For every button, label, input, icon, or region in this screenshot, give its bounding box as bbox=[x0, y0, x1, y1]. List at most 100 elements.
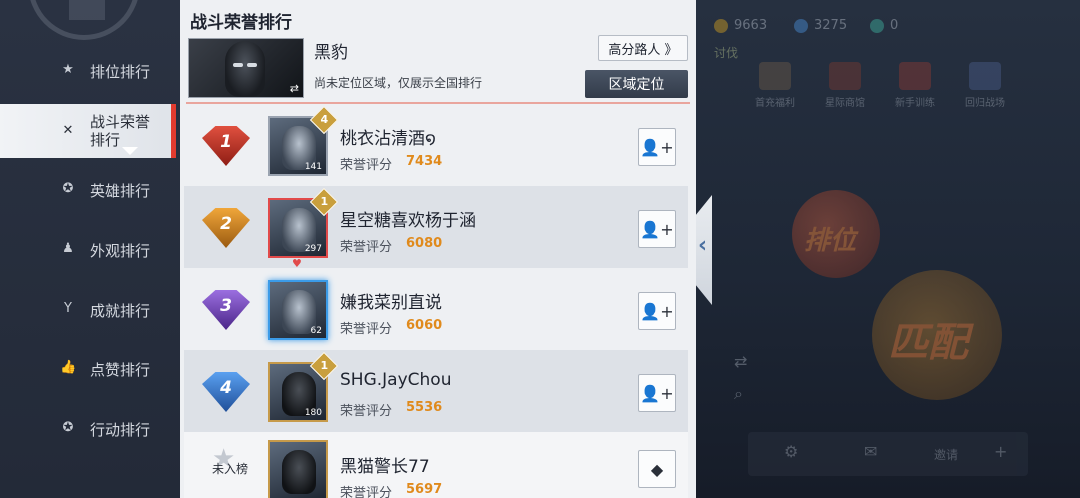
avatar[interactable] bbox=[268, 440, 328, 498]
gift-first-charge[interactable]: 首充福利 bbox=[752, 62, 798, 109]
score-label: 荣誉评分 bbox=[340, 240, 393, 255]
player-name: 星空糖喜欢杨于涵 bbox=[340, 211, 476, 231]
rank-number: 2 bbox=[220, 214, 232, 234]
bottom-toolbar: ⚙ ✉ 邀请 + bbox=[748, 432, 1028, 476]
tier-number: 1 bbox=[320, 359, 329, 373]
mail-icon[interactable]: ✉ bbox=[864, 442, 877, 461]
crossed-swords-icon: ✕ bbox=[62, 123, 74, 138]
score-label: 荣誉评分 bbox=[340, 486, 393, 498]
sidebar-item-label: 行动排行 bbox=[90, 420, 151, 439]
high-score-passerby-button[interactable]: 高分路人 》 bbox=[598, 35, 688, 61]
label-line2: 排行 bbox=[90, 131, 121, 149]
thumbs-up-icon: 👍 bbox=[60, 360, 77, 375]
add-friend-icon: 👤+ bbox=[640, 301, 674, 321]
event-label: 讨伐 bbox=[714, 46, 739, 60]
energy-icon bbox=[794, 18, 808, 33]
add-friend-icon: 👤+ bbox=[640, 137, 674, 157]
gear-icon[interactable]: ⚙ bbox=[784, 442, 798, 461]
shirt-icon: ♟ bbox=[62, 241, 74, 256]
token-amount: 0 bbox=[890, 18, 899, 33]
share-button[interactable]: ◆ bbox=[638, 450, 676, 488]
sidebar-item-label: 排位排行 bbox=[90, 62, 151, 81]
sidebar-item-label: 战斗荣誉 排行 bbox=[90, 113, 150, 149]
rank-badge: 4 bbox=[202, 372, 250, 412]
level-label: 180 bbox=[304, 408, 322, 418]
level-label: 62 bbox=[310, 326, 322, 336]
sidebar-item-appearance[interactable]: ♟ 外观排行 bbox=[0, 224, 176, 276]
hero-portrait[interactable]: ⇄ bbox=[188, 38, 304, 98]
energy-amount: 3275 bbox=[814, 18, 848, 33]
ranked-label: 排位 bbox=[804, 226, 857, 256]
sidebar-item-rank[interactable]: ★ 排位排行 bbox=[0, 45, 176, 97]
score-label: 荣誉评分 bbox=[340, 158, 393, 173]
sidebar-item-label: 英雄排行 bbox=[90, 181, 151, 200]
list-item[interactable]: 2 297 1 ♥ 星空糖喜欢杨于涵 荣誉评分 6080 👤+ bbox=[184, 186, 688, 270]
list-item[interactable]: 1 141 4 桃衣沾清酒໑ 荣誉评分 7434 👤+ bbox=[184, 104, 688, 186]
game-lobby-background: 9663 3275 0 讨伐 首充福利 星际商馆 新手训练 回归战场 排位 匹配… bbox=[712, 0, 1080, 498]
sidebar-item-label: 成就排行 bbox=[90, 301, 151, 320]
tier-number: 4 bbox=[320, 113, 329, 127]
player-name: 黑猫警长77 bbox=[340, 457, 430, 477]
add-icon[interactable]: + bbox=[994, 442, 1007, 461]
sidebar-item-label: 点赞排行 bbox=[90, 360, 151, 379]
star-icon: ★ bbox=[62, 62, 74, 77]
currency-gold: 9663 bbox=[714, 18, 767, 33]
chevron-left-icon: ‹ bbox=[698, 233, 708, 258]
rank-badge: 2 bbox=[202, 208, 250, 248]
list-item[interactable]: 4 180 1 SHG.JayChou 荣誉评分 5536 👤+ bbox=[184, 350, 688, 432]
player-name: 桃衣沾清酒໑ bbox=[340, 129, 436, 149]
add-friend-icon: 👤+ bbox=[640, 219, 674, 239]
level-label: 141 bbox=[304, 162, 322, 172]
add-friend-button[interactable]: 👤+ bbox=[638, 210, 676, 248]
unranked-label: 未入榜 bbox=[211, 462, 248, 476]
gift-label: 回归战场 bbox=[965, 98, 1005, 109]
score-label: 荣誉评分 bbox=[340, 404, 393, 419]
coin-icon bbox=[714, 18, 728, 33]
add-friend-button[interactable]: 👤+ bbox=[638, 292, 676, 330]
hero-name: 黑豹 bbox=[314, 43, 348, 63]
diamond-icon: ◆ bbox=[650, 459, 664, 479]
gift-training[interactable]: 新手训练 bbox=[892, 62, 938, 109]
sidebar-item-battle-honor[interactable]: ✕ 战斗荣誉 排行 bbox=[0, 104, 176, 158]
add-friend-icon: 👤+ bbox=[640, 383, 674, 403]
sidebar-item-action[interactable]: ✪ 行动排行 bbox=[0, 403, 176, 455]
player-name: SHG.JayChou bbox=[340, 370, 452, 390]
add-friend-button[interactable]: 👤+ bbox=[638, 374, 676, 412]
player-name: 嫌我菜别直说 bbox=[340, 293, 442, 313]
gift-return[interactable]: 回归战场 bbox=[962, 62, 1008, 109]
avatar[interactable]: 62 bbox=[268, 280, 328, 340]
currency-token: 0 bbox=[870, 18, 898, 33]
score-value: 6060 bbox=[406, 318, 443, 333]
swap-icon[interactable]: ⇄ bbox=[734, 352, 747, 371]
list-item[interactable]: 3 62 嫌我菜别直说 荣誉评分 6060 👤+ bbox=[184, 268, 688, 350]
region-locate-button[interactable]: 区域定位 bbox=[585, 70, 688, 98]
sidebar-item-hero[interactable]: ✪ 英雄排行 bbox=[0, 164, 176, 216]
rank-badge: 3 bbox=[202, 290, 250, 330]
gift-label: 新手训练 bbox=[895, 98, 935, 109]
gold-amount: 9663 bbox=[734, 18, 768, 33]
gift-label: 首充福利 bbox=[755, 98, 795, 109]
self-row[interactable]: ★ 未入榜 黑猫警长77 荣誉评分 5697 ◆ bbox=[184, 432, 688, 498]
tier-number: 1 bbox=[320, 195, 329, 209]
invite-button[interactable]: 邀请 bbox=[934, 446, 958, 463]
rank-emblem-icon bbox=[28, 0, 140, 40]
gift-label: 星际商馆 bbox=[825, 98, 865, 109]
score-value: 6080 bbox=[406, 236, 443, 251]
chevron-down-icon bbox=[122, 147, 138, 155]
trophy-icon: Y bbox=[64, 301, 72, 316]
score-value: 5536 bbox=[406, 400, 443, 415]
rank-number: 1 bbox=[220, 132, 232, 152]
search-icon[interactable]: ⌕ bbox=[734, 384, 743, 404]
page-title: 战斗荣誉排行 bbox=[190, 13, 292, 33]
sidebar-item-achievement[interactable]: Y 成就排行 bbox=[0, 284, 176, 336]
score-value: 7434 bbox=[406, 154, 443, 169]
gift-store[interactable]: 星际商馆 bbox=[822, 62, 868, 109]
token-icon bbox=[870, 18, 884, 33]
label-line1: 战斗荣誉 bbox=[90, 113, 151, 131]
add-friend-button[interactable]: 👤+ bbox=[638, 128, 676, 166]
sidebar-item-label: 外观排行 bbox=[90, 241, 151, 260]
currency-energy: 3275 bbox=[794, 18, 847, 33]
score-label: 荣誉评分 bbox=[340, 322, 393, 337]
sidebar-item-likes[interactable]: 👍 点赞排行 bbox=[0, 343, 176, 395]
rank-number: 4 bbox=[220, 378, 232, 398]
